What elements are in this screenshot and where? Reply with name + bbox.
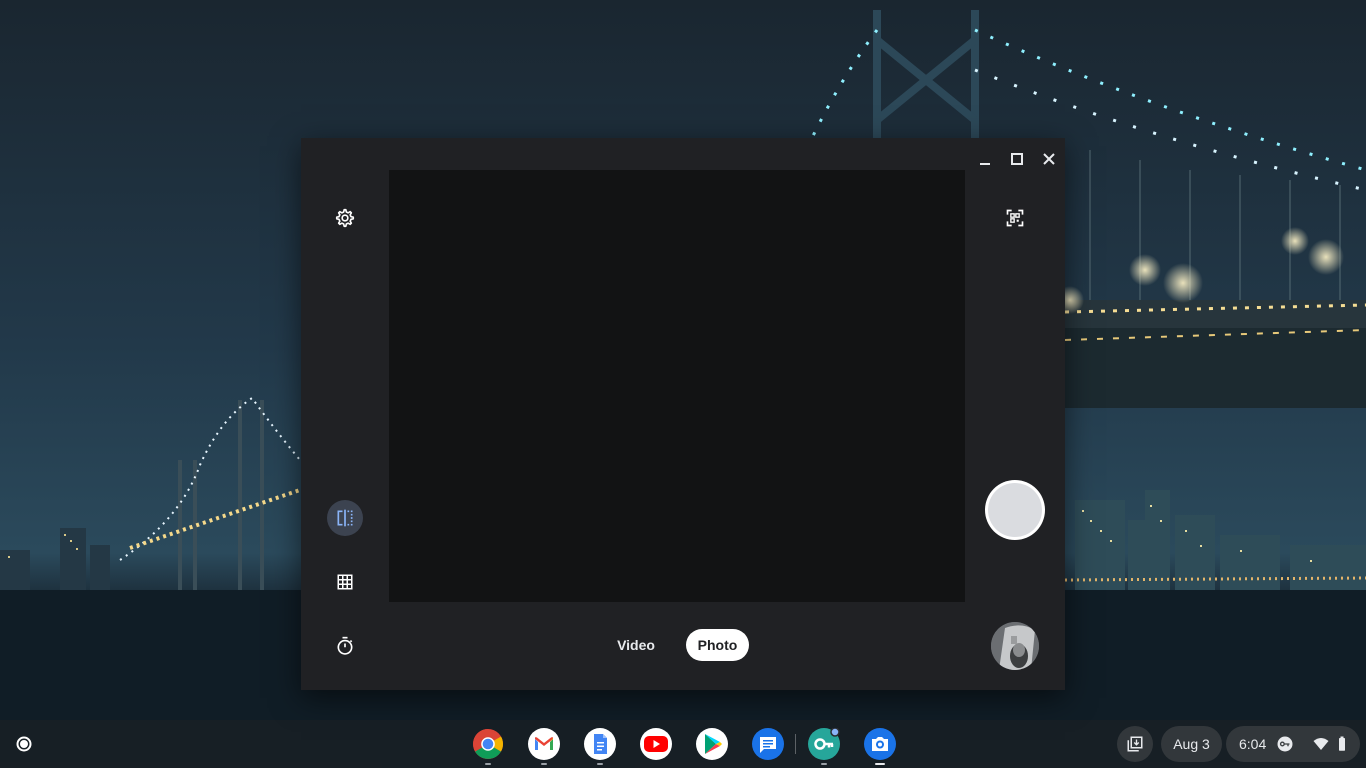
battery-icon xyxy=(1339,736,1346,751)
key-icon xyxy=(814,728,840,750)
date-label: Aug 3 xyxy=(1173,736,1210,752)
running-indicator xyxy=(597,763,603,765)
camera-preview xyxy=(389,170,965,602)
running-indicator xyxy=(485,763,491,765)
mirror-button[interactable] xyxy=(327,500,363,536)
gallery-preview-image xyxy=(991,622,1039,670)
mode-video[interactable]: Video xyxy=(604,629,668,661)
status-area[interactable]: 6:04 xyxy=(1226,726,1360,762)
grid-button[interactable] xyxy=(327,564,363,600)
play-store-icon xyxy=(705,734,722,754)
shelf: Aug 3 6:04 xyxy=(0,720,1366,768)
running-indicator-active xyxy=(875,763,885,765)
holding-space-icon xyxy=(1127,736,1143,752)
shelf-app-gmail[interactable] xyxy=(528,728,560,765)
shelf-app-camera[interactable] xyxy=(864,728,896,765)
youtube-icon xyxy=(644,736,668,752)
holding-space-button[interactable] xyxy=(1117,726,1153,762)
shelf-app-play-store[interactable] xyxy=(696,728,728,760)
minimize-button[interactable] xyxy=(970,144,1000,174)
mode-photo[interactable]: Photo xyxy=(686,629,749,661)
chrome-icon xyxy=(473,729,504,759)
grid-icon xyxy=(337,574,353,590)
shelf-app-youtube[interactable] xyxy=(640,728,672,760)
timer-button[interactable] xyxy=(327,628,363,664)
launcher-button[interactable] xyxy=(8,728,40,760)
qr-scan-button[interactable] xyxy=(997,200,1033,236)
maximize-icon xyxy=(1011,153,1023,165)
close-button[interactable] xyxy=(1034,144,1064,174)
gallery-thumbnail[interactable] xyxy=(991,622,1039,670)
wifi-icon xyxy=(1313,738,1329,750)
shelf-app-docs[interactable] xyxy=(584,728,616,765)
shelf-app-keys[interactable] xyxy=(808,728,840,765)
running-indicator xyxy=(821,763,827,765)
time-label: 6:04 xyxy=(1239,736,1267,752)
shelf-app-chrome[interactable] xyxy=(472,728,504,765)
shelf-app-messages[interactable] xyxy=(752,728,784,760)
shutter-inner xyxy=(988,483,1042,537)
qr-scan-icon xyxy=(1006,209,1024,227)
docs-icon xyxy=(594,734,607,754)
maximize-button[interactable] xyxy=(1002,144,1032,174)
vpn-key-icon xyxy=(1277,736,1293,752)
date-tray[interactable]: Aug 3 xyxy=(1161,726,1222,762)
launcher-icon xyxy=(16,736,32,752)
settings-button[interactable] xyxy=(327,200,363,236)
close-icon xyxy=(1043,153,1055,165)
shutter-button[interactable] xyxy=(985,480,1045,540)
camera-app-window: Video Photo xyxy=(301,138,1065,690)
minimize-icon xyxy=(980,163,990,165)
settings-icon xyxy=(335,208,355,228)
shelf-divider xyxy=(795,734,796,754)
timer-icon xyxy=(337,636,353,655)
mirror-icon xyxy=(337,509,353,527)
gmail-icon xyxy=(535,737,553,750)
messages-icon xyxy=(760,737,776,753)
camera-icon xyxy=(872,737,888,751)
running-indicator xyxy=(541,763,547,765)
